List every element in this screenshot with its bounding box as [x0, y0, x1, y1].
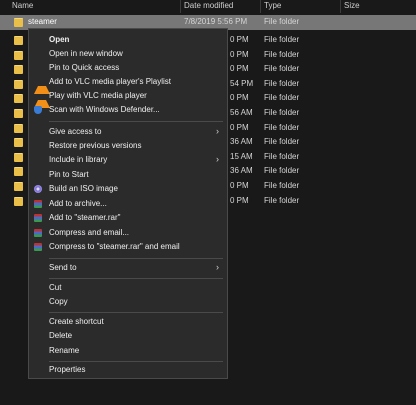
- menu-pin-start[interactable]: Pin to Start: [29, 168, 227, 182]
- menu-give-access[interactable]: Give access to ›: [29, 125, 227, 139]
- file-type: File folder: [264, 35, 300, 44]
- context-menu: Open Open in new window Pin to Quick acc…: [28, 28, 228, 379]
- menu-scan-defender[interactable]: Scan with Windows Defender...: [29, 103, 227, 117]
- column-date-modified[interactable]: Date modified: [184, 1, 233, 10]
- menu-copy[interactable]: Copy: [29, 295, 227, 309]
- menu-open[interactable]: Open: [29, 33, 227, 47]
- file-type: File folder: [264, 151, 300, 161]
- file-type: File folder: [264, 137, 300, 147]
- file-date: 0 PM: [230, 35, 249, 44]
- file-date: 54 PM: [230, 78, 254, 88]
- disc-icon: [34, 185, 42, 193]
- file-date: 7/8/2019 5:56 PM: [184, 17, 248, 26]
- menu-vlc-play[interactable]: Play with VLC media player: [29, 89, 227, 108]
- file-date: 0 PM: [230, 64, 249, 74]
- winrar-icon: [34, 229, 42, 237]
- file-type: File folder: [264, 166, 300, 176]
- file-type: File folder: [264, 108, 300, 117]
- folder-icon: [14, 18, 23, 27]
- menu-separator: [49, 361, 223, 362]
- file-type: File folder: [264, 64, 300, 74]
- folder-icon: [14, 196, 23, 206]
- folder-icon: [14, 50, 23, 60]
- file-date: 36 AM: [230, 137, 253, 147]
- menu-pin-quick-access[interactable]: Pin to Quick access: [29, 61, 227, 75]
- chevron-right-icon: ›: [216, 262, 219, 272]
- file-type: File folder: [264, 93, 300, 103]
- winrar-icon: [34, 243, 42, 251]
- menu-separator: [49, 121, 223, 122]
- column-type[interactable]: Type: [264, 1, 281, 10]
- menu-open-new-window[interactable]: Open in new window: [29, 47, 227, 61]
- file-type: File folder: [264, 195, 300, 205]
- menu-separator: [49, 312, 223, 313]
- file-date: 36 AM: [230, 166, 253, 176]
- column-name[interactable]: Name: [12, 1, 33, 10]
- file-date: 0 PM: [230, 49, 249, 59]
- folder-icon: [14, 109, 23, 118]
- chevron-right-icon: ›: [216, 154, 219, 164]
- chevron-right-icon: ›: [216, 126, 219, 136]
- menu-compress-email[interactable]: Compress and email...: [29, 226, 227, 240]
- shield-icon: [34, 106, 42, 114]
- menu-cut[interactable]: Cut: [29, 281, 227, 295]
- file-type: File folder: [264, 17, 300, 26]
- file-type: File folder: [264, 122, 300, 132]
- menu-vlc-playlist[interactable]: Add to VLC media player's Playlist: [29, 75, 227, 94]
- file-type: File folder: [264, 49, 300, 59]
- menu-include-library[interactable]: Include in library ›: [29, 153, 227, 167]
- file-type: File folder: [264, 181, 300, 190]
- folder-icon: [14, 182, 23, 191]
- folder-icon: [14, 123, 23, 133]
- column-divider[interactable]: [180, 0, 181, 13]
- menu-add-rar[interactable]: Add to "steamer.rar": [29, 211, 227, 225]
- menu-add-archive[interactable]: Add to archive...: [29, 197, 227, 211]
- winrar-icon: [34, 200, 42, 208]
- menu-delete[interactable]: Delete: [29, 329, 227, 343]
- column-header: Name Date modified Type Size: [0, 0, 416, 13]
- menu-compress-rar-email[interactable]: Compress to "steamer.rar" and email: [29, 240, 227, 254]
- file-name: steamer: [28, 17, 57, 26]
- folder-icon: [14, 94, 23, 104]
- column-divider[interactable]: [340, 0, 341, 13]
- folder-icon: [14, 138, 23, 148]
- file-date: 0 PM: [230, 122, 249, 132]
- file-date: 0 PM: [230, 181, 249, 190]
- menu-create-shortcut[interactable]: Create shortcut: [29, 315, 227, 329]
- menu-separator: [49, 278, 223, 279]
- menu-rename[interactable]: Rename: [29, 344, 227, 358]
- file-date: 56 AM: [230, 108, 253, 117]
- menu-separator: [49, 258, 223, 259]
- column-size[interactable]: Size: [344, 1, 360, 10]
- menu-build-iso[interactable]: Build an ISO image: [29, 182, 227, 196]
- winrar-icon: [34, 214, 42, 222]
- folder-icon: [14, 79, 23, 89]
- file-date: 0 PM: [230, 195, 249, 205]
- menu-properties[interactable]: Properties: [29, 363, 227, 377]
- file-date: 0 PM: [230, 93, 249, 103]
- menu-send-to[interactable]: Send to ›: [29, 261, 227, 275]
- folder-icon: [14, 36, 23, 45]
- folder-icon: [14, 167, 23, 177]
- file-date: 15 AM: [230, 151, 253, 161]
- folder-icon: [14, 65, 23, 75]
- folder-icon: [14, 152, 23, 162]
- column-divider[interactable]: [260, 0, 261, 13]
- file-type: File folder: [264, 78, 300, 88]
- menu-restore-versions[interactable]: Restore previous versions: [29, 139, 227, 153]
